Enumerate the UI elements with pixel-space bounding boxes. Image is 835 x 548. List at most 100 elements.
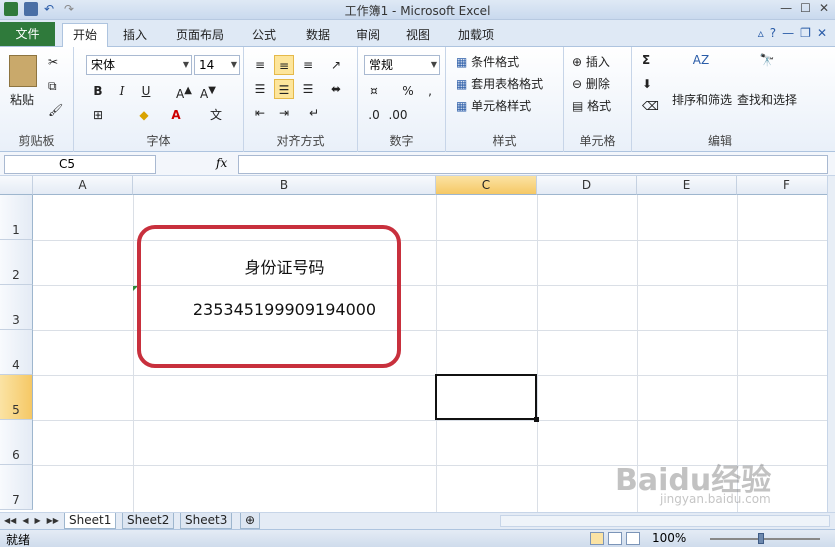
row-header-3[interactable]: 3	[0, 285, 33, 330]
column-header-d[interactable]: D	[537, 176, 637, 195]
select-all-corner[interactable]	[0, 176, 33, 195]
tab-insert[interactable]: 插入	[114, 24, 156, 46]
align-center-icon[interactable]: ☰	[274, 79, 294, 99]
grow-font-icon[interactable]: A▲	[174, 81, 194, 101]
align-top-icon[interactable]: ≡	[250, 55, 270, 75]
number-format-select[interactable]: 常规 ▼	[364, 55, 440, 75]
tab-file[interactable]: 文件	[0, 22, 55, 46]
vertical-scrollbar[interactable]	[827, 176, 835, 512]
tab-view[interactable]: 视图	[400, 24, 436, 46]
increase-decimal-icon[interactable]: .0	[364, 105, 384, 125]
horizontal-scrollbar[interactable]	[500, 515, 830, 527]
formula-input[interactable]	[238, 155, 828, 174]
sheet-tab-2[interactable]: Sheet2	[122, 513, 175, 529]
insert-function-button[interactable]: fx	[216, 156, 227, 170]
page-layout-view-icon[interactable]	[608, 532, 622, 545]
conditional-format-button[interactable]: ▦ 条件格式	[456, 53, 519, 70]
shrink-font-icon[interactable]: A▼	[198, 81, 218, 101]
column-header-b[interactable]: B	[133, 176, 436, 195]
format-as-table-button[interactable]: ▦ 套用表格格式	[456, 75, 543, 92]
zoom-slider[interactable]	[710, 538, 820, 540]
tab-review[interactable]: 审阅	[350, 24, 386, 46]
next-sheet-icon[interactable]: ▶	[34, 514, 40, 528]
column-header-f[interactable]: F	[737, 176, 827, 195]
clear-icon[interactable]: ⌫	[642, 99, 659, 113]
merge-center-icon[interactable]: ⬌	[326, 79, 346, 99]
align-left-icon[interactable]: ☰	[250, 79, 270, 99]
active-cell-c5[interactable]	[435, 374, 539, 422]
align-middle-icon[interactable]: ≡	[274, 55, 294, 75]
wrap-text-icon[interactable]: ↵	[304, 103, 324, 123]
zoom-slider-thumb[interactable]	[758, 533, 764, 544]
align-bottom-icon[interactable]: ≡	[298, 55, 318, 75]
font-color-icon[interactable]: A	[166, 105, 186, 125]
comma-button[interactable]: ,	[420, 81, 440, 101]
find-select-icon[interactable]: 🔭	[752, 53, 782, 83]
page-break-view-icon[interactable]	[626, 532, 640, 545]
ribbon-collapse-icon[interactable]: ▵	[758, 26, 764, 40]
tab-formulas[interactable]: 公式	[244, 24, 284, 46]
row-header-7[interactable]: 7	[0, 465, 33, 510]
tab-page-layout[interactable]: 页面布局	[170, 24, 230, 46]
row-header-6[interactable]: 6	[0, 420, 33, 465]
decrease-indent-icon[interactable]: ⇤	[250, 103, 270, 123]
decrease-decimal-icon[interactable]: .00	[388, 105, 408, 125]
table-format-icon: ▦	[456, 77, 468, 91]
row-number: 2	[12, 268, 20, 282]
tab-data[interactable]: 数据	[298, 24, 338, 46]
paste-button[interactable]: 粘贴	[10, 91, 34, 108]
format-icon: ▤	[572, 99, 584, 113]
maximize-icon[interactable]: ☐	[800, 1, 811, 15]
phonetic-icon[interactable]: 文	[206, 105, 226, 125]
copy-icon[interactable]: ⧉	[48, 79, 57, 94]
paste-icon[interactable]	[9, 55, 37, 87]
orientation-icon[interactable]: ↗	[326, 55, 346, 75]
border-icon[interactable]: ⊞	[88, 105, 108, 125]
format-cells-button[interactable]: ▤ 格式	[572, 97, 611, 114]
tab-home[interactable]: 开始	[62, 23, 108, 47]
last-sheet-icon[interactable]: ▶▶	[47, 514, 59, 528]
column-header-c[interactable]: C	[436, 176, 537, 195]
italic-button[interactable]: I	[112, 81, 132, 101]
fill-icon[interactable]: ⬇	[642, 77, 652, 91]
sheet-tab-1[interactable]: Sheet1	[64, 513, 117, 529]
align-right-icon[interactable]: ☰	[298, 79, 318, 99]
find-select-button[interactable]: 查找和选择	[737, 91, 797, 108]
bold-button[interactable]: B	[88, 81, 108, 101]
font-name-select[interactable]: 宋体 ▼	[86, 55, 192, 75]
name-box[interactable]: C5	[4, 155, 156, 174]
doc-close-icon[interactable]: ✕	[817, 26, 827, 40]
normal-view-icon[interactable]	[590, 532, 604, 545]
prev-sheet-icon[interactable]: ◀	[22, 514, 28, 528]
column-header-a[interactable]: A	[33, 176, 133, 195]
font-size-select[interactable]: 14 ▼	[194, 55, 240, 75]
currency-icon[interactable]: ¤	[364, 81, 384, 101]
minimize-icon[interactable]: —	[780, 1, 792, 15]
column-header-e[interactable]: E	[637, 176, 737, 195]
increase-indent-icon[interactable]: ⇥	[274, 103, 294, 123]
percent-button[interactable]: %	[398, 81, 418, 101]
sheet-tab-3[interactable]: Sheet3	[180, 513, 233, 529]
sort-filter-icon[interactable]: AZ	[686, 53, 716, 83]
cell-styles-button[interactable]: ▦ 单元格样式	[456, 97, 531, 114]
row-header-4[interactable]: 4	[0, 330, 33, 375]
close-icon[interactable]: ✕	[819, 1, 829, 15]
row-header-5[interactable]: 5	[0, 375, 33, 420]
help-icon[interactable]: ?	[770, 26, 776, 40]
autosum-button[interactable]: Σ	[642, 53, 650, 67]
new-sheet-icon[interactable]: ⊕	[240, 513, 261, 529]
cut-icon[interactable]: ✂	[48, 55, 58, 69]
row-header-1[interactable]: 1	[0, 195, 33, 240]
format-painter-icon[interactable]: 🖌	[48, 103, 63, 117]
row-header-2[interactable]: 2	[0, 240, 33, 285]
insert-cells-button[interactable]: ⊕ 插入	[572, 53, 610, 70]
delete-cells-button[interactable]: ⊖ 删除	[572, 75, 610, 92]
fill-color-icon[interactable]: ◆	[134, 105, 154, 125]
doc-restore-icon[interactable]: ❐	[800, 26, 811, 40]
tab-addins[interactable]: 加载项	[452, 24, 500, 46]
zoom-level[interactable]: 100%	[652, 531, 686, 545]
underline-button[interactable]: U	[136, 81, 156, 101]
sort-filter-button[interactable]: 排序和筛选	[672, 91, 732, 108]
first-sheet-icon[interactable]: ◀◀	[4, 514, 16, 528]
doc-minimize-icon[interactable]: —	[782, 26, 794, 40]
